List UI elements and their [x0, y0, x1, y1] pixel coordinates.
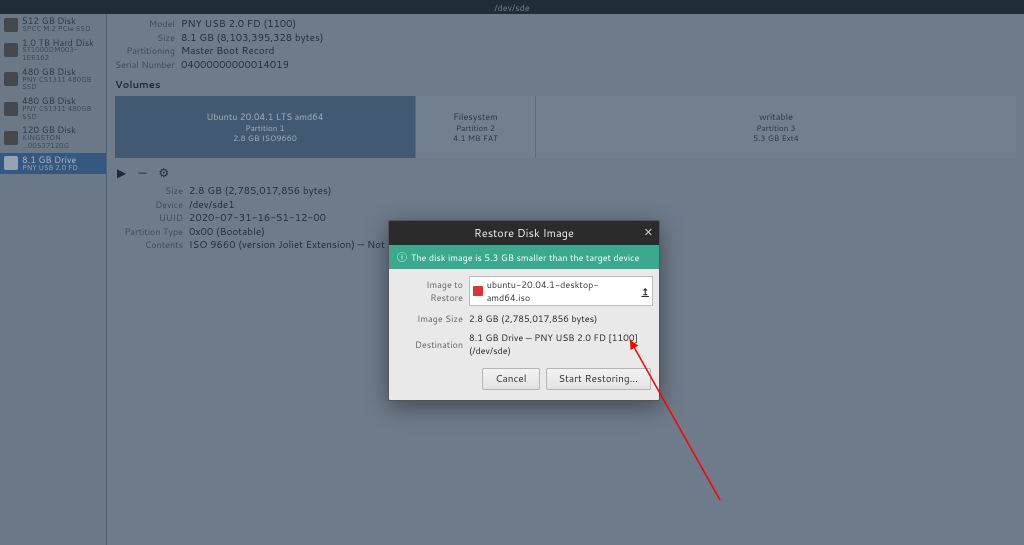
close-icon[interactable]: ✕	[644, 224, 653, 240]
upload-icon: ↥	[641, 285, 649, 298]
cancel-button[interactable]: Cancel	[482, 368, 539, 390]
dialog-buttons: Cancel Start Restoring…	[389, 362, 659, 400]
start-restoring-button[interactable]: Start Restoring…	[546, 368, 652, 390]
image-to-restore-picker[interactable]: ubuntu-20.04.1-desktop-amd64.iso ↥	[469, 276, 653, 306]
iso-file-icon	[473, 286, 483, 296]
image-size-value: 2.8 GB (2,785,017,856 bytes)	[469, 312, 653, 325]
dialog-body: Image to Restore ubuntu-20.04.1-desktop-…	[389, 269, 659, 362]
dialog-info-banner: ⓘ The disk image is 5.3 GB smaller than …	[389, 245, 659, 269]
restore-disk-image-dialog: Restore Disk Image ✕ ⓘ The disk image is…	[388, 220, 660, 401]
dialog-title: Restore Disk Image ✕	[389, 221, 659, 245]
destination-value: 8.1 GB Drive — PNY USB 2.0 FD [1100] (/d…	[469, 331, 653, 357]
info-icon: ⓘ	[397, 249, 407, 265]
